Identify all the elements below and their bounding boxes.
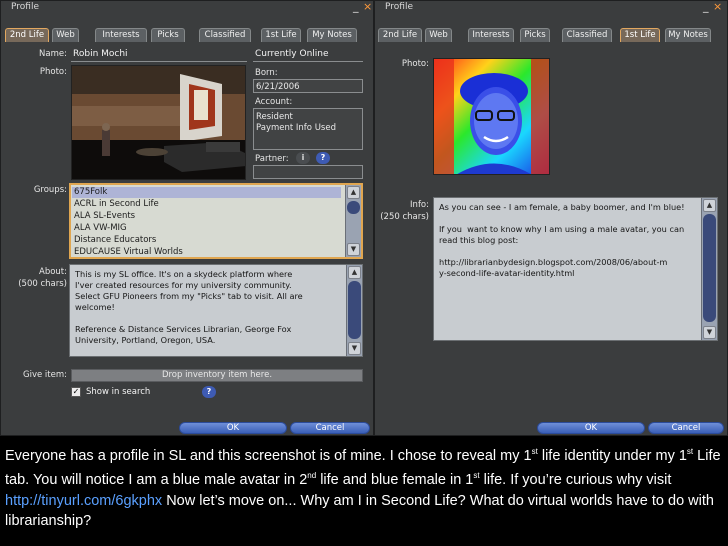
tab-picks[interactable]: Picks	[151, 28, 185, 42]
account-type: Resident	[256, 112, 293, 122]
ok-button[interactable]: OK	[537, 422, 645, 434]
close-icon[interactable]: ×	[713, 1, 722, 13]
group-item[interactable]: EDUCAUSE Virtual Worlds	[74, 247, 183, 257]
tab-interests[interactable]: Interests	[468, 28, 514, 42]
born-field: 6/21/2006	[253, 79, 363, 93]
tab-2nd-life[interactable]: 2nd Life	[378, 28, 422, 42]
title-bar[interactable]: Profile	[375, 1, 727, 15]
scroll-down-icon[interactable]: ▼	[347, 243, 360, 256]
show-in-search-checkbox[interactable]: ✓	[71, 387, 81, 397]
about-char-limit: (500 chars)	[18, 279, 67, 289]
born-value: 6/21/2006	[256, 82, 300, 92]
tab-interests[interactable]: Interests	[95, 28, 147, 42]
about-scrollbar[interactable]: ▲ ▼	[346, 265, 362, 356]
tab-web[interactable]: Web	[425, 28, 452, 42]
minimize-icon[interactable]: _	[703, 1, 709, 13]
cancel-button[interactable]: Cancel	[648, 422, 724, 434]
window-title: Profile	[385, 2, 413, 12]
partner-field	[253, 165, 363, 179]
give-item-label: Give item:	[23, 370, 67, 380]
partner-help-button[interactable]: ?	[316, 152, 330, 164]
tab-2nd-life[interactable]: 2nd Life	[5, 28, 49, 42]
window-title: Profile	[11, 2, 39, 12]
caption-superscript: nd	[307, 471, 317, 481]
left-profile-window: Profile _ × 2nd Life Web Interests Picks…	[0, 0, 374, 436]
search-help-button[interactable]: ?	[202, 386, 216, 398]
scroll-down-icon[interactable]: ▼	[703, 326, 716, 339]
name-label: Name:	[39, 49, 67, 59]
group-item[interactable]: ALA SL-Events	[74, 211, 135, 222]
payment-info: Payment Info Used	[256, 123, 336, 133]
tab-my-notes[interactable]: My Notes	[307, 28, 357, 42]
photo-label: Photo:	[39, 67, 67, 77]
status-underline	[253, 61, 363, 62]
online-status: Currently Online	[255, 49, 329, 59]
scroll-down-icon[interactable]: ▼	[348, 342, 361, 355]
scroll-up-icon[interactable]: ▲	[348, 266, 361, 279]
right-profile-window: Profile _ × 2nd Life Web Interests Picks…	[374, 0, 728, 436]
slide-caption: Everyone has a profile in SL and this sc…	[5, 442, 723, 532]
tab-1st-life[interactable]: 1st Life	[620, 28, 660, 42]
account-field: Resident Payment Info Used	[253, 108, 363, 150]
caption-text: life. If you’re curious why visit	[479, 472, 672, 489]
partner-label: Partner:	[255, 154, 289, 164]
info-scrollbar[interactable]: ▲ ▼	[701, 198, 717, 340]
groups-list[interactable]: 675Folk ACRL in Second Life ALA SL-Event…	[69, 183, 363, 259]
group-item[interactable]: ALA VW-MIG	[74, 223, 127, 234]
partner-info-button[interactable]: i	[296, 152, 310, 164]
minimize-icon[interactable]: _	[353, 1, 359, 13]
caption-text: life identity under my 1	[537, 447, 687, 464]
tinyurl-link[interactable]: http://tinyurl.com/6gkphx	[5, 493, 162, 509]
info-char-limit: (250 chars)	[380, 212, 429, 222]
scroll-thumb[interactable]	[347, 201, 360, 214]
about-text: This is my SL office. It's on a skydeck …	[75, 269, 303, 345]
cancel-button[interactable]: Cancel	[290, 422, 370, 434]
groups-label: Groups:	[33, 185, 67, 195]
tab-picks[interactable]: Picks	[520, 28, 550, 42]
tab-web[interactable]: Web	[52, 28, 79, 42]
name-underline	[71, 61, 247, 62]
tab-classified[interactable]: Classified	[199, 28, 251, 42]
photo-label: Photo:	[401, 59, 429, 69]
born-label: Born:	[255, 68, 278, 78]
groups-scrollbar[interactable]: ▲ ▼	[345, 185, 361, 257]
name-value: Robin Mochi	[73, 49, 128, 59]
sl-avatar-photo	[71, 65, 246, 180]
caption-text: Everyone has a profile in SL and this sc…	[5, 447, 532, 464]
scroll-thumb[interactable]	[703, 214, 716, 322]
scroll-up-icon[interactable]: ▲	[347, 186, 360, 199]
show-in-search-label: Show in search	[86, 387, 151, 397]
rl-profile-photo	[433, 58, 550, 175]
group-item-selected[interactable]: 675Folk	[72, 187, 341, 198]
ok-button[interactable]: OK	[179, 422, 287, 434]
caption-text: life and blue female in 1	[316, 472, 474, 489]
title-bar[interactable]: Profile	[1, 1, 373, 15]
group-item[interactable]: Distance Educators	[74, 235, 156, 246]
group-item[interactable]: ACRL in Second Life	[74, 199, 159, 210]
tab-1st-life[interactable]: 1st Life	[261, 28, 301, 42]
scroll-up-icon[interactable]: ▲	[703, 199, 716, 212]
about-textarea[interactable]: This is my SL office. It's on a skydeck …	[69, 264, 363, 357]
about-label: About:	[39, 267, 67, 277]
close-icon[interactable]: ×	[363, 1, 372, 13]
info-textarea[interactable]: As you can see - I am female, a baby boo…	[433, 197, 718, 341]
tab-my-notes[interactable]: My Notes	[665, 28, 711, 42]
give-item-drop-field[interactable]: Drop inventory item here.	[71, 369, 363, 382]
info-text: As you can see - I am female, a baby boo…	[439, 202, 685, 278]
account-label: Account:	[255, 97, 293, 107]
info-label: Info:	[410, 200, 429, 210]
scroll-thumb[interactable]	[348, 281, 361, 339]
tab-classified[interactable]: Classified	[562, 28, 612, 42]
